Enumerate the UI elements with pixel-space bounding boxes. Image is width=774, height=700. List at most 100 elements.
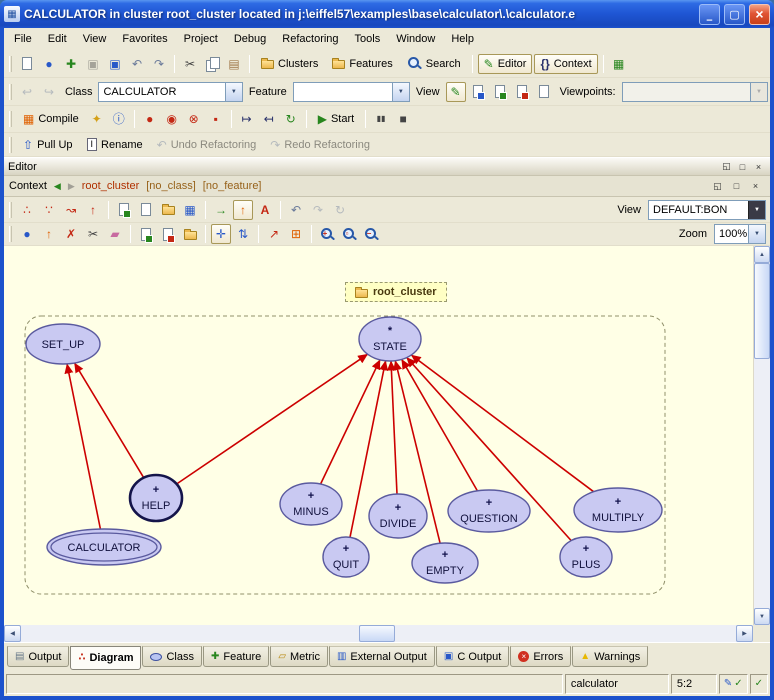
start-button[interactable]: ▶ Start xyxy=(312,109,360,129)
menu-tools[interactable]: Tools xyxy=(347,30,389,48)
tab-errors[interactable]: ×Errors xyxy=(510,646,571,667)
inheritance-link-question-state[interactable] xyxy=(402,359,478,491)
maximize-button[interactable]: ▢ xyxy=(724,4,745,25)
add-class-icon[interactable]: ✚ xyxy=(61,54,81,74)
history-forward-icon[interactable]: ↪ xyxy=(39,82,59,102)
run-icon[interactable]: ● xyxy=(140,109,160,129)
tab-metric[interactable]: ▱Metric xyxy=(270,646,328,667)
restart-icon[interactable]: ↻ xyxy=(281,109,301,129)
class-tool-icon[interactable]: ∴ xyxy=(17,200,37,220)
features-button[interactable]: Features xyxy=(326,54,398,74)
titlebar[interactable]: ▦ CALCULATOR in cluster root_cluster loc… xyxy=(0,0,774,28)
pan-tool-icon[interactable]: ✛ xyxy=(211,224,231,244)
inheritance-link-tool-icon[interactable]: ↑ xyxy=(83,200,103,220)
close-pane-icon[interactable]: × xyxy=(751,160,766,174)
run-ignore-breakpoints-icon[interactable]: ◉ xyxy=(162,109,182,129)
context-toggle-button[interactable]: {} Context xyxy=(534,54,597,74)
float-context-icon[interactable]: ◱ xyxy=(710,179,725,193)
horizontal-scroll-track[interactable] xyxy=(21,625,736,642)
new-link-icon[interactable]: ↗ xyxy=(264,224,284,244)
pause-icon[interactable]: ▮▮ xyxy=(371,109,391,129)
external-commands-icon[interactable]: ▦ xyxy=(609,54,629,74)
scroll-right-button[interactable]: ▶ xyxy=(736,625,753,642)
scroll-left-button[interactable]: ◀ xyxy=(4,625,21,642)
menu-edit[interactable]: Edit xyxy=(40,30,75,48)
exclude-figure-icon[interactable]: ✂ xyxy=(83,224,103,244)
bring-to-front-icon[interactable] xyxy=(136,224,156,244)
zoom-out-icon[interactable]: − xyxy=(361,224,381,244)
class-figure-divide[interactable]: +DIVIDE xyxy=(369,494,427,538)
undo-refactoring-button[interactable]: ↶ Undo Refactoring xyxy=(151,135,263,155)
menu-view[interactable]: View xyxy=(75,30,115,48)
class-figure-empty[interactable]: +EMPTY xyxy=(412,543,478,583)
tab-class[interactable]: Class xyxy=(142,646,202,667)
zoom-fit-icon[interactable]: ▫ xyxy=(339,224,359,244)
menu-favorites[interactable]: Favorites xyxy=(114,30,175,48)
menu-refactoring[interactable]: Refactoring xyxy=(274,30,346,48)
horizontal-scroll-thumb[interactable] xyxy=(359,625,395,642)
diagram-view-combobox[interactable]: DEFAULT:BON ▼ xyxy=(648,200,766,220)
scroll-up-button[interactable]: ▲ xyxy=(754,246,770,263)
tab-warnings[interactable]: ▲Warnings xyxy=(572,646,648,667)
class-figure-calculator[interactable]: CALCULATOR xyxy=(47,529,161,565)
float-pane-icon[interactable]: ◱ xyxy=(719,160,734,174)
tab-c-output[interactable]: ▣C Output xyxy=(436,646,509,667)
context-forward-icon[interactable]: ▶ xyxy=(68,181,75,192)
go-to-target-icon[interactable]: → xyxy=(211,200,231,220)
inheritance-link-help-state[interactable] xyxy=(177,354,368,484)
class-figure-multiply[interactable]: +MULTIPLY xyxy=(574,488,662,532)
contract-view-button[interactable] xyxy=(512,82,532,102)
finalize-key-icon[interactable]: ✦ xyxy=(87,109,107,129)
minimize-button[interactable]: ▁ xyxy=(699,4,720,25)
close-context-icon[interactable]: × xyxy=(748,179,763,193)
cut-icon[interactable]: ✂ xyxy=(180,54,200,74)
compile-button[interactable]: ▦ Compile xyxy=(17,109,85,129)
send-to-back-icon[interactable] xyxy=(158,224,178,244)
inheritance-link-divide-state[interactable] xyxy=(391,361,397,494)
menu-help[interactable]: Help xyxy=(443,30,482,48)
class-figure-set_up[interactable]: SET_UP xyxy=(26,324,100,364)
context-back-icon[interactable]: ◀ xyxy=(54,181,61,192)
print-diagram-icon[interactable] xyxy=(136,200,156,220)
horizontal-scrollbar[interactable]: ◀ ▶ xyxy=(4,625,753,642)
clickable-view-button[interactable] xyxy=(490,82,510,102)
menu-debug[interactable]: Debug xyxy=(226,30,274,48)
edit-view-button[interactable]: ✎ xyxy=(446,82,466,102)
inheritance-link-calculator-set_up[interactable] xyxy=(67,364,100,529)
class-figure-quit[interactable]: +QUIT xyxy=(323,537,369,577)
stop-icon[interactable]: ■ xyxy=(393,109,413,129)
redo-refactoring-button[interactable]: ↷ Redo Refactoring xyxy=(264,135,376,155)
open-project-icon[interactable]: ● xyxy=(39,54,59,74)
step-out-icon[interactable]: ↤ xyxy=(259,109,279,129)
zoom-in-icon[interactable]: + xyxy=(317,224,337,244)
diagram-redo-icon[interactable]: ↷ xyxy=(308,200,328,220)
save-all-icon[interactable]: ▣ xyxy=(83,54,103,74)
save-icon[interactable]: ▣ xyxy=(105,54,125,74)
flat-view-button[interactable] xyxy=(468,82,488,102)
client-link-tool-icon[interactable]: ↝ xyxy=(61,200,81,220)
diagram-refresh-icon[interactable]: ↻ xyxy=(330,200,350,220)
eraser-icon[interactable]: ▰ xyxy=(105,224,125,244)
close-button[interactable]: × xyxy=(749,4,770,25)
show-ancestors-icon[interactable]: ↑ xyxy=(233,200,253,220)
breakpoint-stop-icon[interactable]: ▪ xyxy=(206,109,226,129)
zoom-combo-arrow-icon[interactable]: ▼ xyxy=(748,225,765,243)
menu-project[interactable]: Project xyxy=(176,30,226,48)
menu-window[interactable]: Window xyxy=(388,30,443,48)
editor-toggle-button[interactable]: ✎ Editor xyxy=(478,54,533,74)
editor-pane-header[interactable]: Editor ◱ □ × xyxy=(4,157,770,176)
undo-icon[interactable]: ↶ xyxy=(127,54,147,74)
vertical-scrollbar[interactable]: ▲ ▼ xyxy=(753,246,770,625)
history-back-icon[interactable]: ↩ xyxy=(17,82,37,102)
class-figure-help[interactable]: +HELP xyxy=(130,475,182,521)
project-info-icon[interactable]: ⓘ xyxy=(109,109,129,129)
inheritance-depth-icon[interactable]: ↑ xyxy=(39,224,59,244)
sort-figures-icon[interactable]: ⇅ xyxy=(233,224,253,244)
viewpoints-combobox[interactable]: ▼ xyxy=(622,82,768,102)
toggle-labels-icon[interactable]: A xyxy=(255,200,275,220)
zoom-combobox[interactable]: 100% ▼ xyxy=(714,224,766,244)
new-file-icon[interactable] xyxy=(17,54,37,74)
inheritance-link-minus-state[interactable] xyxy=(321,360,380,484)
redo-icon[interactable]: ↷ xyxy=(149,54,169,74)
copy-icon[interactable] xyxy=(202,54,222,74)
